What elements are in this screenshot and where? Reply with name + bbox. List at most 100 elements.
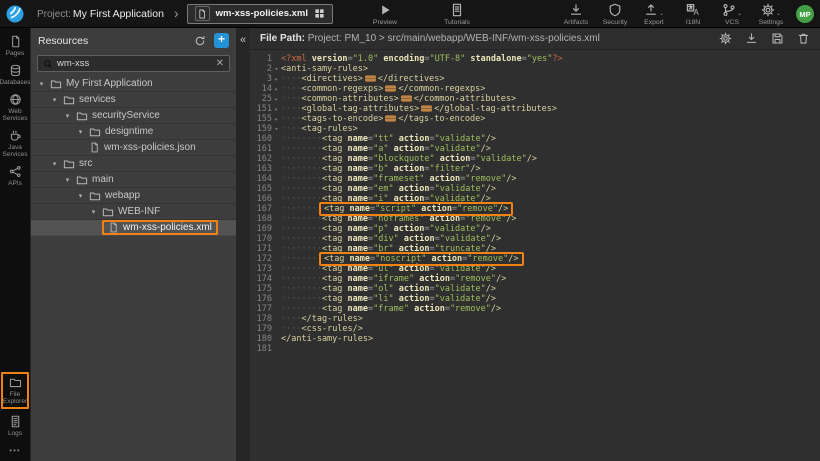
line-number[interactable]: 167	[250, 204, 272, 214]
caret-down-icon[interactable]: ▾	[76, 192, 85, 200]
code-line-181[interactable]: 181	[250, 344, 820, 354]
tree-item-src[interactable]: ▾src	[31, 156, 236, 172]
line-number[interactable]: 176	[250, 294, 272, 304]
tree-item-services[interactable]: ▾services	[31, 92, 236, 108]
code-line-176[interactable]: 176········<tag name="li" action="valida…	[250, 294, 820, 304]
download-button[interactable]	[745, 32, 758, 45]
sidebar-item-databases[interactable]: Databases	[0, 64, 30, 86]
code-line-1[interactable]: 1<?xml version="1.0" encoding="UTF-8" st…	[250, 54, 820, 64]
line-number[interactable]: 179	[250, 324, 272, 334]
tree-item-web-inf[interactable]: ▾WEB-INF	[31, 204, 236, 220]
fold-caret-icon[interactable]: ▸	[272, 104, 281, 114]
sidebar-overflow-button[interactable]: •••	[0, 446, 30, 455]
i18n-button[interactable]: AI18N	[678, 0, 708, 28]
caret-down-icon[interactable]: ▾	[63, 176, 72, 184]
code-line-172[interactable]: 172········<tag name="noscript" action="…	[250, 254, 820, 264]
clear-search-icon[interactable]: ✕	[216, 59, 224, 69]
refresh-icon[interactable]	[194, 35, 206, 47]
code-line-14[interactable]: 14▸····<common-regexps></common-regexps>	[250, 84, 820, 94]
code-line-2[interactable]: 2▾<anti-samy-rules>	[250, 64, 820, 74]
code-line-163[interactable]: 163········<tag name="b" action="filter"…	[250, 164, 820, 174]
save-button[interactable]	[771, 32, 784, 45]
code-line-180[interactable]: 180</anti-samy-rules>	[250, 334, 820, 344]
code-line-160[interactable]: 160········<tag name="tt" action="valida…	[250, 134, 820, 144]
fold-caret-icon[interactable]: ▸	[272, 94, 281, 104]
code-line-162[interactable]: 162········<tag name="blockquote" action…	[250, 154, 820, 164]
code-line-175[interactable]: 175········<tag name="ol" action="valida…	[250, 284, 820, 294]
wavemaker-logo-icon[interactable]	[5, 4, 25, 24]
sidebar-item-apis[interactable]: APIs	[0, 165, 30, 187]
code-line-169[interactable]: 169········<tag name="p" action="validat…	[250, 224, 820, 234]
line-number[interactable]: 170	[250, 234, 272, 244]
line-number[interactable]: 175	[250, 284, 272, 294]
folded-code-marker[interactable]	[385, 85, 396, 92]
fold-caret-icon[interactable]: ▸	[272, 74, 281, 84]
add-resource-button[interactable]: +	[214, 33, 229, 48]
sidebar-item-java-services[interactable]: Java Services	[0, 129, 30, 158]
tree-item-main[interactable]: ▾main	[31, 172, 236, 188]
line-number[interactable]: 2	[250, 64, 272, 74]
tree-item-wm-xss-policies-xml[interactable]: wm-xss-policies.xml	[31, 220, 236, 236]
sidebar-item-web-services[interactable]: Web Services	[0, 93, 30, 122]
caret-down-icon[interactable]: ▾	[50, 160, 59, 168]
line-number[interactable]: 172	[250, 254, 272, 264]
code-line-178[interactable]: 178····</tag-rules>	[250, 314, 820, 324]
code-line-3[interactable]: 3▸····<directives></directives>	[250, 74, 820, 84]
line-number[interactable]: 171	[250, 244, 272, 254]
line-number[interactable]: 163	[250, 164, 272, 174]
folded-code-marker[interactable]	[365, 75, 376, 82]
line-number[interactable]: 180	[250, 334, 272, 344]
code-line-179[interactable]: 179····<css-rules/>	[250, 324, 820, 334]
fold-caret-icon[interactable]: ▾	[272, 124, 281, 134]
code-line-155[interactable]: 155▸····<tags-to-encode></tags-to-encode…	[250, 114, 820, 124]
caret-down-icon[interactable]: ▾	[89, 208, 98, 216]
line-number[interactable]: 168	[250, 214, 272, 224]
sidebar-item-file-explorer[interactable]: File Explorer	[1, 372, 29, 409]
fold-caret-icon[interactable]: ▾	[272, 64, 281, 74]
search-input[interactable]	[57, 58, 212, 69]
settings-button[interactable]	[719, 32, 732, 45]
line-number[interactable]: 25	[250, 94, 272, 104]
folded-code-marker[interactable]	[421, 105, 432, 112]
settings-button[interactable]: ⌄Settings	[756, 0, 786, 28]
line-number[interactable]: 160	[250, 134, 272, 144]
line-number[interactable]: 1	[250, 54, 272, 64]
tutorials-button[interactable]: Tutorials	[442, 0, 472, 28]
sidebar-item-logs[interactable]: Logs	[0, 415, 30, 437]
panel-splitter[interactable]: «	[236, 28, 250, 461]
code-line-164[interactable]: 164········<tag name="frameset" action="…	[250, 174, 820, 184]
delete-button[interactable]	[797, 32, 810, 45]
line-number[interactable]: 151	[250, 104, 272, 114]
tab-wm-xss-policies[interactable]: wm-xss-policies.xml	[187, 4, 333, 24]
line-number[interactable]: 181	[250, 344, 272, 354]
artifacts-button[interactable]: Artifacts	[561, 0, 591, 28]
fold-caret-icon[interactable]: ▸	[272, 114, 281, 124]
caret-down-icon[interactable]: ▾	[37, 80, 46, 88]
line-number[interactable]: 161	[250, 144, 272, 154]
grid-icon[interactable]	[314, 8, 325, 19]
caret-down-icon[interactable]: ▾	[50, 96, 59, 104]
line-number[interactable]: 164	[250, 174, 272, 184]
code-line-161[interactable]: 161········<tag name="a" action="validat…	[250, 144, 820, 154]
tree-item-my-first-application[interactable]: ▾My First Application	[31, 76, 236, 92]
code-line-174[interactable]: 174········<tag name="iframe" action="re…	[250, 274, 820, 284]
tree-item-securityservice[interactable]: ▾securityService	[31, 108, 236, 124]
sidebar-item-pages[interactable]: Pages	[0, 35, 30, 57]
tree-item-designtime[interactable]: ▾designtime	[31, 124, 236, 140]
line-number[interactable]: 159	[250, 124, 272, 134]
line-number[interactable]: 174	[250, 274, 272, 284]
code-line-177[interactable]: 177········<tag name="frame" action="rem…	[250, 304, 820, 314]
line-number[interactable]: 177	[250, 304, 272, 314]
vcs-button[interactable]: ⌄VCS	[717, 0, 747, 28]
security-button[interactable]: Security	[600, 0, 630, 28]
avatar[interactable]: MP	[796, 5, 814, 23]
line-number[interactable]: 166	[250, 194, 272, 204]
code-line-165[interactable]: 165········<tag name="em" action="valida…	[250, 184, 820, 194]
line-number[interactable]: 173	[250, 264, 272, 274]
code-editor[interactable]: 1<?xml version="1.0" encoding="UTF-8" st…	[250, 50, 820, 354]
line-number[interactable]: 178	[250, 314, 272, 324]
line-number[interactable]: 165	[250, 184, 272, 194]
line-number[interactable]: 155	[250, 114, 272, 124]
code-line-167[interactable]: 167········<tag name="script" action="re…	[250, 204, 820, 214]
preview-button[interactable]: Preview	[370, 0, 400, 28]
